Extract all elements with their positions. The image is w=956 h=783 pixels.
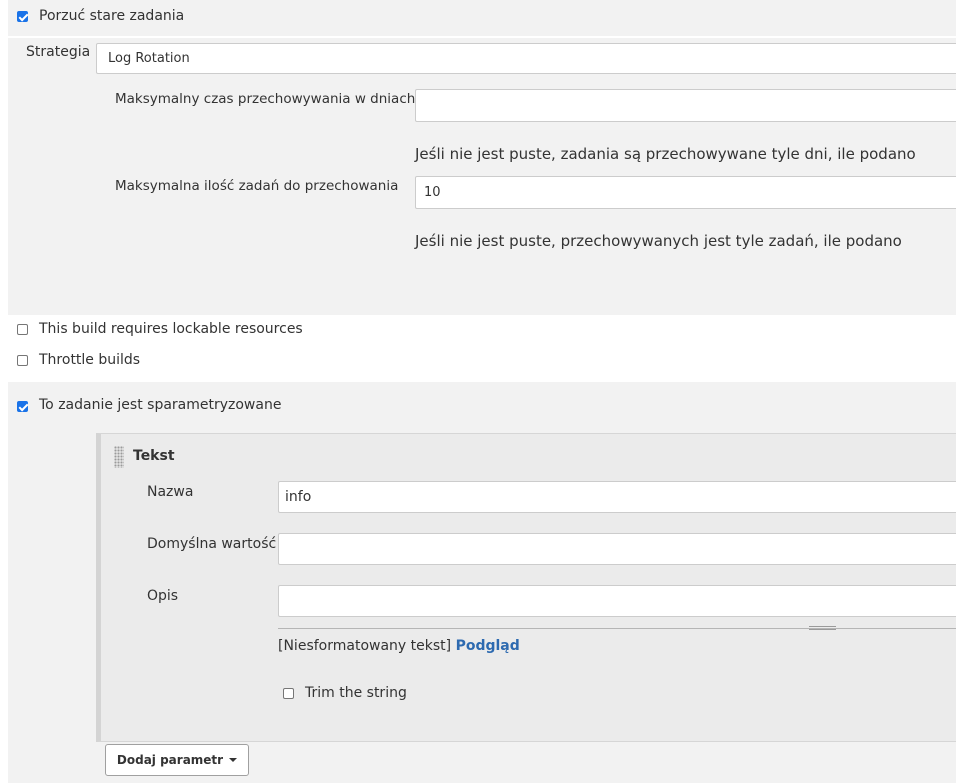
count-input[interactable]: 10 — [415, 176, 956, 209]
description-textarea[interactable] — [278, 585, 956, 617]
strategy-label: Strategia — [26, 44, 91, 60]
strategy-select[interactable]: Log Rotation — [96, 43, 956, 74]
count-label: Maksymalna ilość zadań do przechowania — [115, 178, 399, 194]
default-label: Domyślna wartość — [147, 536, 277, 552]
name-label: Nazwa — [147, 484, 194, 500]
add-parameter-button[interactable]: Dodaj parametr — [105, 744, 249, 776]
add-parameter-label: Dodaj parametr — [116, 753, 224, 767]
trim-label[interactable]: Trim the string — [305, 685, 407, 701]
preview-link[interactable]: Podgląd — [456, 638, 520, 654]
format-label: [Niesformatowany tekst] — [278, 638, 452, 654]
format-text: [Niesformatowany tekst] Podgląd — [278, 638, 520, 654]
chevron-down-icon — [229, 758, 238, 762]
discard-old-label[interactable]: Porzuć stare zadania — [39, 8, 184, 24]
parameterized-checkbox[interactable] — [17, 401, 28, 412]
days-input[interactable] — [415, 89, 956, 122]
count-help: Jeśli nie jest puste, przechowywanych je… — [415, 232, 902, 250]
parameter-title: Tekst — [133, 448, 175, 464]
textarea-bottom-border — [278, 628, 956, 629]
default-input[interactable] — [278, 533, 956, 565]
textarea-resize-grip[interactable] — [809, 626, 836, 630]
description-label: Opis — [147, 588, 179, 604]
throttle-checkbox[interactable] — [17, 355, 28, 366]
lockable-label[interactable]: This build requires lockable resources — [39, 321, 303, 337]
parameterized-label[interactable]: To zadanie jest sparametryzowane — [39, 397, 281, 413]
lockable-checkbox[interactable] — [17, 324, 28, 335]
trim-checkbox[interactable] — [283, 688, 294, 699]
days-help: Jeśli nie jest puste, zadania są przecho… — [415, 145, 916, 163]
name-input[interactable]: info — [278, 481, 956, 513]
days-label: Maksymalny czas przechowywania w dniach — [115, 91, 416, 107]
throttle-label[interactable]: Throttle builds — [39, 352, 140, 368]
discard-old-checkbox[interactable] — [17, 11, 28, 22]
drag-handle-icon[interactable] — [114, 446, 124, 468]
